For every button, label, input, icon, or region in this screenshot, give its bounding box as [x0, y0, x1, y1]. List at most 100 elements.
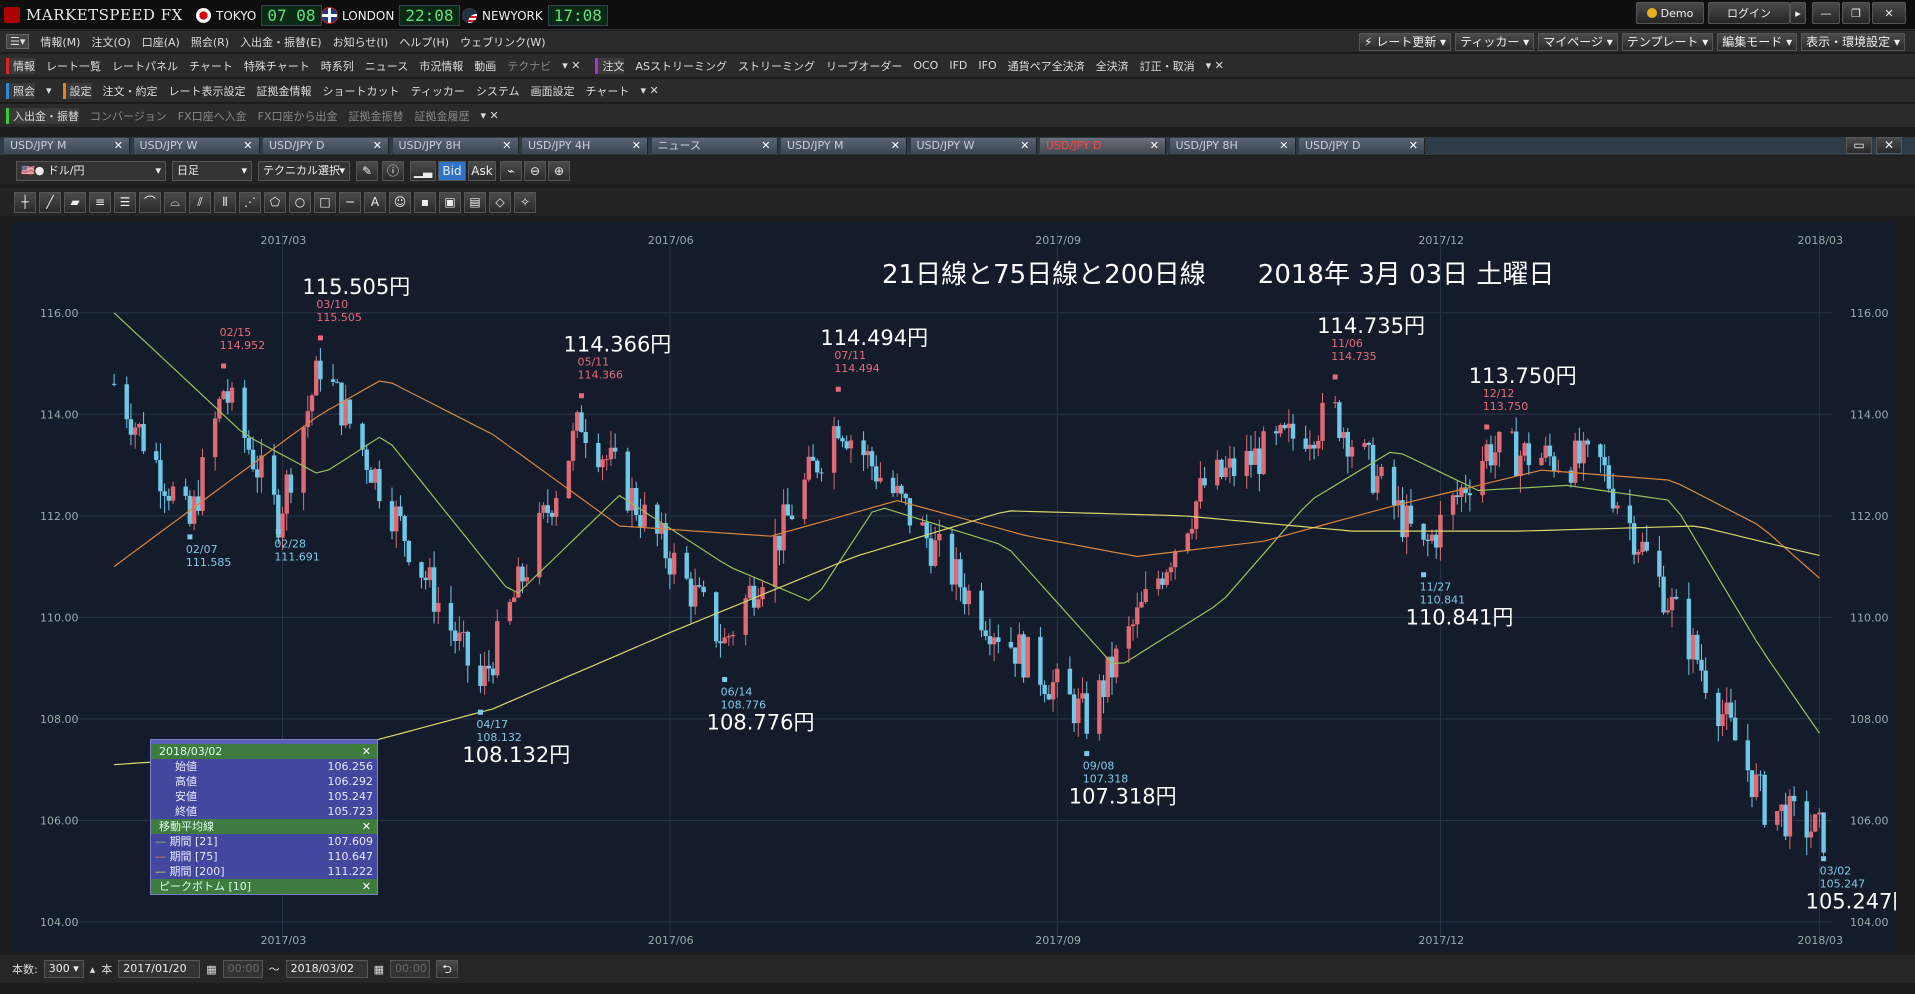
close-tab-icon[interactable]: ✕ [891, 138, 900, 154]
toolbar-deposit[interactable]: FX口座へ入金 [178, 108, 247, 124]
close-window-icon[interactable]: ✕ [1872, 2, 1906, 24]
menu-order[interactable]: 注文(O) [91, 34, 130, 50]
line-tool-icon[interactable]: ╱ [39, 192, 61, 213]
close-icon[interactable]: ✕ [362, 879, 371, 894]
technical-select[interactable]: テクニカル選択 ▾ [258, 161, 350, 181]
calendar-icon[interactable]: ▦ [374, 963, 384, 976]
close-tab-icon[interactable]: ✕ [1150, 138, 1159, 154]
fib-fan-tool-icon[interactable]: ⌒ [139, 192, 161, 213]
candle-type-icon[interactable]: ▁▃ [410, 161, 436, 181]
toolbar-modify-cancel[interactable]: 訂正・取消 [1140, 58, 1195, 74]
toolbar-pair-close[interactable]: 通貨ペア全決済 [1008, 58, 1085, 74]
login-button[interactable]: ログイン [1708, 2, 1790, 24]
menu-toggle-icon[interactable]: ☰▾ [6, 34, 30, 49]
count-up-icon[interactable]: ▴ [90, 963, 96, 976]
menu-weblink[interactable]: ウェブリンク(W) [460, 34, 545, 50]
toolbar-market[interactable]: 市況情報 [419, 58, 463, 74]
crosshair-tool-icon[interactable]: ┼ [14, 192, 36, 213]
toolbar-margin-transfer[interactable]: 証拠金振替 [349, 108, 404, 124]
toolbar-as-streaming[interactable]: ASストリーミング [635, 58, 727, 74]
toolbar-margin-info[interactable]: 証拠金情報 [257, 83, 312, 99]
ohlc-info-panel[interactable]: 2018/03/02 ✕ 始値 106.256 高値 106.292 安値 105.24… [150, 739, 378, 895]
toolbar-info-more-icon[interactable]: ▾ ✕ [562, 59, 580, 72]
close-icon[interactable]: ✕ [362, 744, 371, 759]
close-tab-icon[interactable]: ✕ [502, 138, 511, 154]
menu-help[interactable]: ヘルプ(H) [399, 34, 449, 50]
toolbar-system[interactable]: システム [476, 83, 520, 99]
close-tab-icon[interactable]: ✕ [1020, 138, 1029, 154]
toolbar-screen-settings[interactable]: 画面設定 [531, 83, 575, 99]
paste-tool-icon[interactable]: ▤ [464, 192, 486, 213]
chart-tab[interactable]: USD/JPY D ✕ [1299, 138, 1425, 154]
menu-info[interactable]: 情報(M) [40, 34, 80, 50]
toolbar-chart[interactable]: チャート [189, 58, 233, 74]
display-settings-button[interactable]: 表示・環境設定 ▾ [1801, 33, 1905, 51]
toolbar-chart-settings[interactable]: チャート [586, 83, 630, 99]
end-time-field[interactable]: 00:00 [390, 960, 431, 978]
ask-toggle[interactable]: Ask [468, 161, 496, 181]
fib-arc-tool-icon[interactable]: ⌓ [164, 192, 186, 213]
bar-count-select[interactable]: 300 ▾ [43, 960, 84, 978]
toolbar-conversion[interactable]: コンバージョン [90, 108, 167, 124]
toolbar-oco[interactable]: OCO [913, 59, 938, 72]
rate-update-button[interactable]: ⚡ レート更新 ▾ [1358, 33, 1452, 51]
chart-tab[interactable]: USD/JPY 8H ✕ [392, 138, 519, 154]
close-icon[interactable]: ✕ [362, 819, 371, 834]
demo-button[interactable]: Demo [1636, 2, 1704, 24]
chart-tab[interactable]: USD/JPY W ✕ [133, 138, 260, 154]
copy-tool-icon[interactable]: ▣ [439, 192, 461, 213]
chart-settings-icon[interactable]: ⌁ [500, 161, 522, 181]
pen-icon[interactable]: ✎ [356, 161, 378, 181]
lock-tool-icon[interactable]: ✧ [514, 192, 536, 213]
close-tab-icon[interactable]: ✕ [761, 138, 770, 154]
chart-tab[interactable]: USD/JPY 8H ✕ [1169, 138, 1296, 154]
zoom-in-icon[interactable]: ⊕ [548, 161, 570, 181]
toolbar-technavi[interactable]: テクナビ [507, 58, 551, 74]
toolbar-streaming[interactable]: ストリーミング [738, 58, 815, 74]
toolbar-settings-more-icon[interactable]: ▾ ✕ [640, 84, 658, 97]
mypage-button[interactable]: マイページ ▾ [1538, 33, 1618, 51]
close-tab-icon[interactable]: ✕ [373, 138, 382, 154]
hline-tool-icon[interactable]: ─ [339, 192, 361, 213]
toolbar-ifd[interactable]: IFD [949, 59, 967, 72]
toolbar-order-exec[interactable]: 注文・約定 [103, 83, 158, 99]
chart-tab[interactable]: USD/JPY 4H ✕ [522, 138, 648, 154]
ray-tool-icon[interactable]: ▰ [64, 192, 86, 213]
menu-account[interactable]: 口座(A) [142, 34, 180, 50]
close-tab-icon[interactable]: ✕ [1279, 138, 1288, 154]
toolbar-inquiry-more-icon[interactable]: ▾ [46, 84, 52, 97]
zoom-out-icon[interactable]: ⊖ [524, 161, 546, 181]
toolbar-special-chart[interactable]: 特殊チャート [244, 58, 310, 74]
toolbar-order-more-icon[interactable]: ▾ ✕ [1206, 59, 1224, 72]
toolbar-rate-display[interactable]: レート表示設定 [169, 83, 246, 99]
chart-tab[interactable]: USD/JPY W ✕ [910, 138, 1037, 154]
toolbar-timeseries[interactable]: 時系列 [321, 58, 354, 74]
icon-tool-icon[interactable]: ☺ [389, 192, 411, 213]
calendar-icon[interactable]: ▦ [206, 963, 216, 976]
eraser-tool-icon[interactable]: ▪ [414, 192, 436, 213]
toolbar-ifo[interactable]: IFO [978, 59, 996, 72]
start-date-field[interactable]: 2017/01/20 [118, 960, 201, 978]
login-menu-arrow-icon[interactable]: ▸ [1790, 2, 1806, 24]
minimize-icon[interactable]: — [1812, 2, 1840, 24]
end-date-field[interactable]: 2018/03/02 [285, 960, 368, 978]
toolbar-shortcut[interactable]: ショートカット [323, 83, 400, 99]
rectangle-tool-icon[interactable]: □ [314, 192, 336, 213]
pitchfork-tool-icon[interactable]: ⋰ [239, 192, 261, 213]
hline-multi-tool-icon[interactable]: ≡ [89, 192, 111, 213]
toolbar-video[interactable]: 動画 [474, 58, 496, 74]
menu-inquiry[interactable]: 照会(R) [191, 34, 229, 50]
channel-tool-icon[interactable]: ☰ [114, 192, 136, 213]
toolbar-ticker[interactable]: ティッカー [411, 83, 465, 99]
edit-mode-button[interactable]: 編集モード ▾ [1717, 33, 1798, 51]
menu-funds[interactable]: 入出金・振替(E) [240, 34, 322, 50]
toolbar-withdraw[interactable]: FX口座から出金 [258, 108, 338, 124]
toolbar-funds-more-icon[interactable]: ▾ ✕ [481, 109, 499, 122]
toolbar-leave-order[interactable]: リーブオーダー [826, 58, 902, 74]
reset-range-icon[interactable]: ⮌ [436, 960, 459, 978]
close-tab-icon[interactable]: ✕ [1409, 138, 1418, 154]
close-tab-icon[interactable]: ✕ [114, 138, 123, 154]
toolbar-rate-panel[interactable]: レートパネル [112, 58, 178, 74]
template-button[interactable]: テンプレート ▾ [1621, 33, 1714, 51]
currency-pair-select[interactable]: 🇺🇸● ドル/円 ▾ [16, 161, 166, 181]
